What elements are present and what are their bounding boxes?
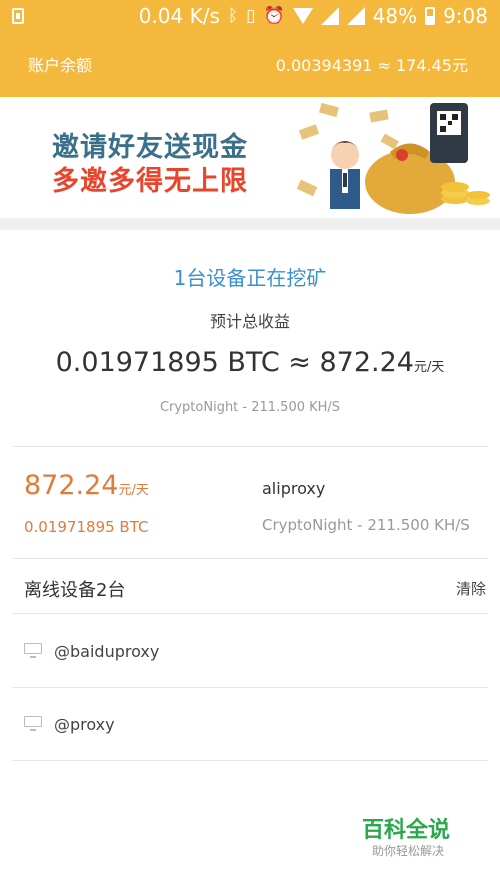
vibrate-icon: ▯ bbox=[246, 6, 256, 26]
per-day-unit: 元/天 bbox=[413, 360, 445, 375]
device-per-day-unit: 元/天 bbox=[118, 483, 149, 498]
clock: 9:08 bbox=[443, 4, 488, 28]
watermark-title: 百科全说 bbox=[362, 818, 451, 843]
computer-icon bbox=[24, 643, 42, 659]
device-name: aliproxy bbox=[262, 479, 326, 498]
app-header: 账户余额 0.00394391 ≈ 174.45元 bbox=[0, 40, 500, 88]
wifi-icon bbox=[292, 8, 313, 24]
divider bbox=[12, 558, 488, 559]
status-icons: 0.04 K/s ᛒ ▯ ⏰ 48% 9:08 bbox=[139, 4, 488, 28]
signal-icon bbox=[320, 7, 339, 25]
offline-device-name: @baiduproxy bbox=[54, 641, 160, 661]
battery-percent: 48% bbox=[372, 4, 418, 28]
download-icon bbox=[12, 8, 24, 24]
divider bbox=[12, 613, 488, 614]
divider bbox=[12, 446, 488, 447]
estimated-btc: 0.01971895 BTC bbox=[55, 347, 280, 378]
hashrate-summary: CryptoNight - 211.500 KH/S bbox=[159, 400, 341, 415]
estimated-earnings: 0.01971895 BTC ≈ 872.24元/天 bbox=[0, 347, 500, 378]
computer-icon bbox=[24, 716, 42, 732]
estimated-earnings-label: 预计总收益 bbox=[209, 312, 290, 331]
top-bar: 0.04 K/s ᛒ ▯ ⏰ 48% 9:08 账户余额 0.00394391 … bbox=[0, 0, 500, 97]
divider bbox=[12, 760, 488, 761]
clear-button[interactable]: 清除 bbox=[456, 578, 486, 599]
watermark-subtitle: 助你轻松解决 bbox=[372, 844, 445, 858]
device-earn-value: 872.24 bbox=[24, 470, 119, 501]
offline-device-name: @proxy bbox=[54, 714, 115, 734]
device-hashrate: CryptoNight - 211.500 KH/S bbox=[262, 516, 470, 534]
approx-sign: ≈ bbox=[288, 347, 311, 378]
device-btc: 0.01971895 BTC bbox=[24, 518, 149, 536]
offline-device-item[interactable]: @baiduproxy bbox=[24, 636, 159, 666]
device-earnings: 872.24元/天 bbox=[24, 470, 149, 501]
banner-illustration bbox=[296, 102, 490, 214]
mining-device-count: 1台设备正在挖矿 bbox=[173, 266, 327, 290]
section-gap bbox=[0, 218, 500, 230]
offline-devices-title: 离线设备2台 bbox=[24, 580, 126, 601]
invite-banner[interactable]: 邀请好友送现金 多邀多得无上限 bbox=[0, 97, 500, 218]
status-bar: 0.04 K/s ᛒ ▯ ⏰ 48% 9:08 bbox=[0, 0, 500, 32]
network-speed: 0.04 K/s bbox=[138, 4, 220, 28]
signal-icon-2 bbox=[346, 7, 365, 25]
estimated-cny: 872.24 bbox=[319, 347, 414, 378]
page-title: 账户余额 bbox=[28, 56, 93, 75]
alarm-icon: ⏰ bbox=[263, 6, 285, 26]
bluetooth-icon: ᛒ bbox=[227, 6, 239, 26]
offline-device-item[interactable]: @proxy bbox=[24, 709, 115, 739]
battery-icon bbox=[425, 7, 436, 25]
banner-subheadline: 多邀多得无上限 bbox=[52, 166, 248, 197]
divider bbox=[12, 687, 488, 688]
account-balance: 0.00394391 ≈ 174.45元 bbox=[275, 56, 468, 75]
